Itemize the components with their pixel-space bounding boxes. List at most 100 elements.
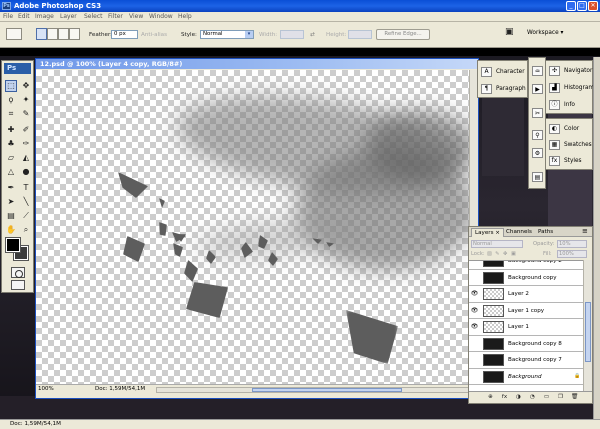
panel-item-styles[interactable]: fx Styles [546,153,592,169]
panel-menu-icon[interactable]: ≡ [582,227,588,235]
layer-row[interactable]: 👁 Layer 1 copy [469,303,583,319]
layer-row[interactable]: 👁 Layer 2 [469,286,583,303]
lock-position-icon[interactable]: ✥ [503,250,507,258]
move-tool-icon[interactable]: ✥ [20,80,32,92]
visibility-toggle[interactable] [470,355,479,365]
paint-bucket-tool-icon[interactable]: ◭ [20,152,32,164]
zoom-tool-icon[interactable]: ⌕ [20,224,32,236]
horizontal-scroll-thumb[interactable] [252,388,402,392]
add-to-selection-icon[interactable] [47,28,58,40]
panel-item-swatches[interactable]: ▦ Swatches [546,137,592,153]
feather-input[interactable]: 0 px [111,30,138,39]
layer-row[interactable]: Background copy 7 [469,352,583,369]
quick-mask-icon[interactable] [11,267,25,278]
menu-filter[interactable]: Filter [108,13,123,21]
panel-dock-edge[interactable] [593,57,600,429]
visibility-toggle[interactable] [470,261,479,266]
layer-row[interactable]: Background copy [469,270,583,286]
shape-tool-icon[interactable]: ╲ [20,196,32,208]
menu-layer[interactable]: Layer [60,13,77,21]
notes-tool-icon[interactable]: ▤ [5,210,17,222]
layer-style-icon[interactable]: fx [501,394,508,401]
visibility-toggle[interactable] [470,339,479,349]
dock-icon[interactable]: ▣ [505,28,514,37]
layer-row[interactable]: Background 🔒 [469,369,583,385]
new-selection-icon[interactable] [36,28,47,40]
history-brush-tool-icon[interactable]: ✑ [20,138,32,150]
visibility-toggle[interactable] [470,372,479,382]
menu-select[interactable]: Select [84,13,103,21]
visibility-toggle[interactable] [470,273,479,283]
layer-row[interactable]: Background copy 8 [469,336,583,352]
layer-row[interactable]: Background copy 2 [469,261,583,270]
fill-input[interactable]: 100% [557,250,587,258]
foreground-color-swatch[interactable] [5,237,21,253]
eyedropper-tool-icon[interactable]: ⟋ [20,210,32,222]
maximize-button[interactable]: □ [577,1,587,11]
panel-item-info[interactable]: ⓘ Info [546,97,592,113]
layer-row[interactable]: 👁 Layer 1 [469,319,583,336]
new-group-icon[interactable]: ▭ [543,394,550,401]
document-canvas[interactable] [36,70,469,384]
lasso-tool-icon[interactable]: ϙ [5,94,17,106]
new-layer-icon[interactable]: ❐ [557,394,564,401]
history-icon[interactable]: ⚲ [532,130,543,140]
dodge-tool-icon[interactable]: ● [20,166,32,178]
brushes-icon[interactable]: ♒ [532,66,543,76]
panel-item-character[interactable]: A Character [478,64,527,80]
menu-image[interactable]: Image [35,13,54,21]
eye-icon[interactable]: 👁 [470,322,479,332]
swap-dimensions-icon[interactable]: ⇄ [310,31,315,39]
menu-file[interactable]: File [3,13,13,21]
menu-window[interactable]: Window [149,13,173,21]
canvas-horizontal-scrollbar[interactable] [156,387,471,393]
subtract-from-selection-icon[interactable] [58,28,69,40]
tab-layers[interactable]: Layers × [471,228,504,237]
screen-mode-icon[interactable] [11,280,25,290]
refine-edge-button[interactable]: Refine Edge... [376,29,430,40]
close-tab-icon[interactable]: × [495,230,500,236]
panel-item-histogram[interactable]: ▟ Histogram [546,80,594,96]
slice-tool-icon[interactable]: ✎ [20,108,32,120]
actions-icon[interactable]: ⚙ [532,148,543,158]
style-select[interactable]: Normal ▾ [200,30,254,39]
marquee-tool-icon[interactable]: ⬚ [5,80,17,92]
close-button[interactable]: ✕ [588,1,598,11]
height-input[interactable] [348,30,372,39]
panel-item-navigator[interactable]: ✣ Navigator [546,63,592,79]
tool-presets-icon[interactable]: ▶ [532,84,543,94]
menu-view[interactable]: View [129,13,143,21]
link-layers-icon[interactable]: ⊕ [487,394,494,401]
healing-brush-tool-icon[interactable]: ✚ [5,124,17,136]
lock-image-icon[interactable]: ✎ [495,250,499,258]
layer-comps-icon[interactable]: ✂ [532,108,543,118]
path-selection-tool-icon[interactable]: ➤ [5,196,17,208]
intersect-selection-icon[interactable] [69,28,80,40]
lock-transparent-icon[interactable]: ▧ [487,250,492,258]
layer-mask-icon[interactable]: ◑ [515,394,522,401]
minimize-button[interactable]: _ [566,1,576,11]
layer-scroll-thumb[interactable] [585,302,591,362]
eye-icon[interactable]: 👁 [470,289,479,299]
blur-tool-icon[interactable]: △ [5,166,17,178]
panel-item-paragraph[interactable]: ¶ Paragraph [478,81,527,97]
layer-list-scrollbar[interactable] [583,260,592,391]
width-input[interactable] [280,30,304,39]
eraser-tool-icon[interactable]: ▱ [5,152,17,164]
panel-item-color[interactable]: ◐ Color [546,121,592,137]
pen-tool-icon[interactable]: ✒ [5,182,17,194]
tab-paths[interactable]: Paths [535,228,556,237]
blend-mode-select[interactable]: Normal [471,240,523,248]
clone-source-icon[interactable]: ▤ [532,172,543,182]
crop-tool-icon[interactable]: ⌗ [5,108,17,120]
adjustment-layer-icon[interactable]: ◔ [529,394,536,401]
document-title[interactable]: 12.psd @ 100% (Layer 4 copy, RGB/8#) [36,59,478,69]
clone-stamp-tool-icon[interactable]: ♣ [5,138,17,150]
menu-help[interactable]: Help [178,13,192,21]
trash-icon[interactable]: 🗑 [571,394,578,401]
menu-edit[interactable]: Edit [18,13,30,21]
tab-channels[interactable]: Channels [503,228,535,237]
brush-tool-icon[interactable]: ✐ [20,124,32,136]
lock-all-icon[interactable]: ▣ [511,250,516,258]
marquee-preset-picker[interactable] [6,28,22,40]
